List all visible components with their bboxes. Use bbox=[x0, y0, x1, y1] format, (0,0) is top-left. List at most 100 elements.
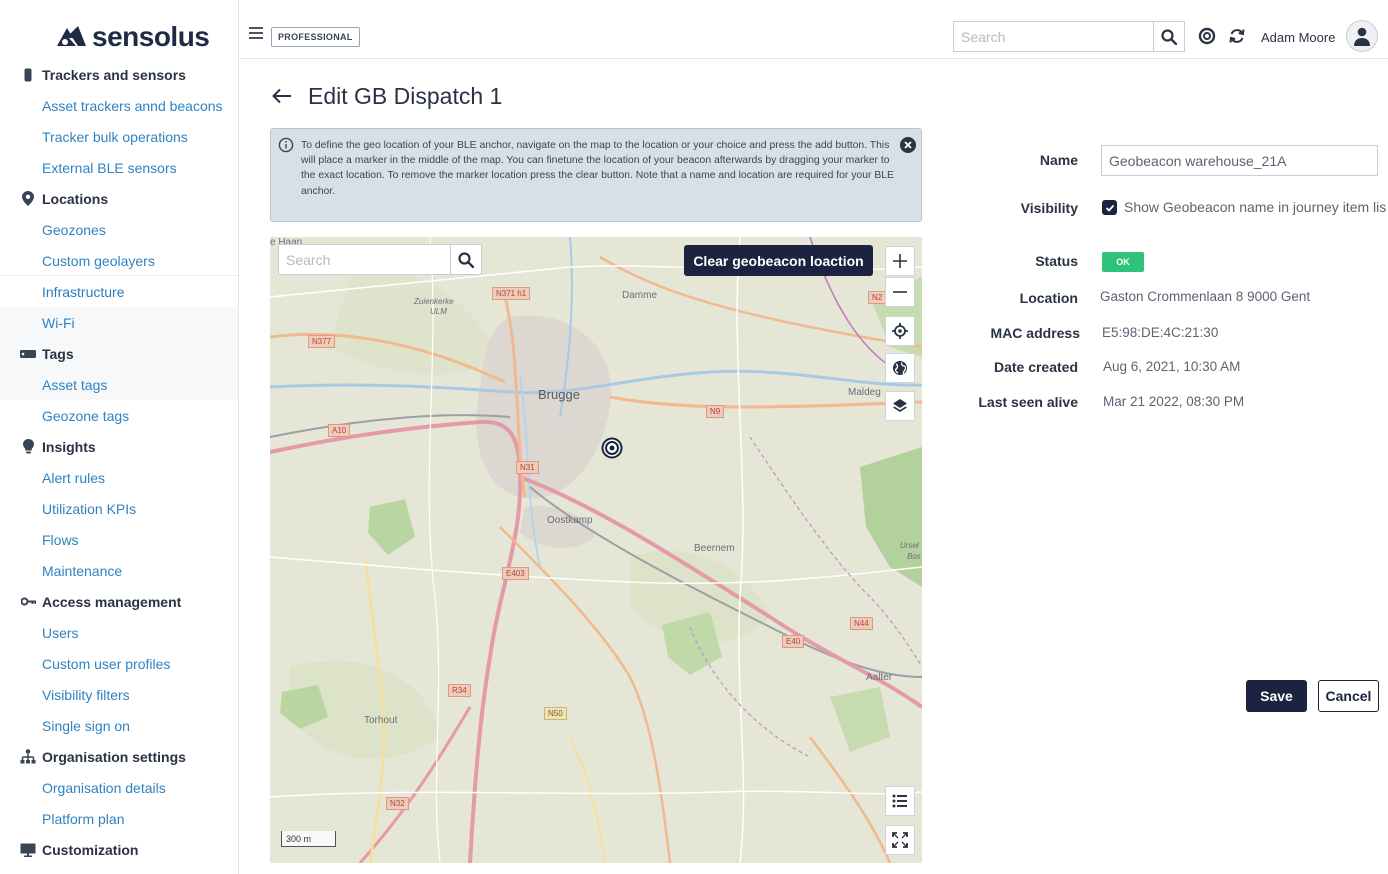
sidebar-section-label: Tags bbox=[42, 345, 74, 362]
sidebar-section-label: Access management bbox=[42, 593, 182, 610]
date-created-label: Date created bbox=[993, 359, 1078, 375]
user-name[interactable]: Adam Moore bbox=[1261, 30, 1335, 45]
lightbulb-icon bbox=[18, 439, 38, 454]
tracker-icon bbox=[18, 68, 38, 82]
info-banner: To define the geo location of your BLE a… bbox=[270, 128, 922, 222]
search-icon bbox=[1161, 28, 1177, 45]
map-search-input[interactable] bbox=[278, 244, 450, 275]
sidebar-item-infrastructure[interactable]: Infrastructure bbox=[0, 276, 238, 307]
road-label-r34: R34 bbox=[448, 684, 471, 697]
map-label-beernem: Beernem bbox=[694, 543, 735, 554]
back-arrow-icon[interactable] bbox=[270, 84, 294, 108]
sidebar-item-geozone-tags[interactable]: Geozone tags bbox=[0, 400, 238, 431]
sidebar-item-custom-geolayers[interactable]: Custom geolayers bbox=[0, 245, 238, 276]
map-search-button[interactable] bbox=[450, 244, 482, 275]
road-label-n32: N32 bbox=[386, 797, 409, 810]
road-label-e40: E40 bbox=[782, 635, 805, 648]
fullscreen-button[interactable] bbox=[885, 825, 915, 855]
sidebar-item-flows[interactable]: Flows bbox=[0, 524, 238, 555]
sidebar-item-asset-tags[interactable]: Asset tags bbox=[0, 369, 238, 400]
sidebar-section-tags[interactable]: Tags bbox=[0, 338, 238, 369]
date-created-value: Aug 6, 2021, 10:30 AM bbox=[1103, 359, 1241, 374]
user-icon bbox=[1354, 27, 1370, 46]
map-label-brugge: Brugge bbox=[538, 387, 580, 402]
map-legend-button[interactable] bbox=[885, 786, 915, 816]
last-seen-alive-value: Mar 21 2022, 08:30 PM bbox=[1103, 394, 1245, 409]
road-label-n9: N9 bbox=[706, 405, 725, 418]
info-banner-text: To define the geo location of your BLE a… bbox=[301, 140, 894, 197]
sidebar-item-wifi[interactable]: Wi-Fi bbox=[0, 307, 238, 338]
sidebar-item-alert-rules[interactable]: Alert rules bbox=[0, 462, 238, 493]
map-label-zuienkerke: Zuienkerke bbox=[414, 297, 454, 306]
sidebar-item-maintenance[interactable]: Maintenance bbox=[0, 555, 238, 586]
name-input[interactable] bbox=[1101, 145, 1378, 176]
road-label-a10: A10 bbox=[328, 424, 351, 437]
sidebar-item-visibility-filters[interactable]: Visibility filters bbox=[0, 679, 238, 710]
sidebar-section-trackers[interactable]: Trackers and sensors bbox=[0, 59, 238, 90]
sidebar-section-organisation-settings[interactable]: Organisation settings bbox=[0, 741, 238, 772]
road-label-n31: N31 bbox=[516, 461, 539, 474]
visibility-checkbox[interactable] bbox=[1102, 200, 1117, 215]
sidebar: sensolus Trackers and sensors Asset trac… bbox=[0, 0, 239, 874]
top-bar: PROFESSIONAL Adam Moore bbox=[240, 0, 1388, 59]
search-icon bbox=[458, 251, 474, 268]
sidebar-item-external-ble-sensors[interactable]: External BLE sensors bbox=[0, 152, 238, 183]
org-chart-icon bbox=[18, 749, 38, 764]
map-layers-button[interactable] bbox=[885, 391, 915, 421]
sidebar-item-platform-plan[interactable]: Platform plan bbox=[0, 803, 238, 834]
visibility-checkbox-label[interactable]: Show Geobeacon name in journey item lis bbox=[1124, 199, 1388, 215]
presentation-icon bbox=[18, 843, 38, 857]
map-label-damme: Damme bbox=[622, 290, 658, 301]
map-pin-icon bbox=[18, 191, 38, 206]
sidebar-section-customization[interactable]: Customization bbox=[0, 834, 238, 865]
hamburger-menu-icon[interactable] bbox=[249, 27, 263, 39]
info-circle-icon bbox=[278, 137, 294, 153]
map-label-ursel: Ursel bbox=[900, 541, 919, 550]
sensolus-logo[interactable]: sensolus bbox=[54, 21, 210, 52]
road-label-n44: N44 bbox=[850, 617, 873, 630]
sidebar-item-tracker-bulk-operations[interactable]: Tracker bulk operations bbox=[0, 121, 238, 152]
sidebar-section-label: Trackers and sensors bbox=[42, 66, 186, 83]
minus-icon bbox=[893, 291, 907, 293]
sidebar-item-asset-trackers[interactable]: Asset trackers annd beacons bbox=[0, 90, 238, 121]
clear-geobeacon-location-button[interactable]: Clear geobeacon loaction bbox=[684, 245, 873, 276]
zoom-out-button[interactable] bbox=[885, 277, 915, 307]
sidebar-item-users[interactable]: Users bbox=[0, 617, 238, 648]
sidebar-item-organisation-details[interactable]: Organisation details bbox=[0, 772, 238, 803]
list-icon bbox=[892, 794, 907, 808]
sidebar-section-label: Insights bbox=[42, 438, 96, 455]
status-label: Status bbox=[1035, 253, 1078, 269]
sidebar-item-custom-user-profiles[interactable]: Custom user profiles bbox=[0, 648, 238, 679]
refresh-icon[interactable] bbox=[1227, 26, 1247, 46]
logo-mark-icon bbox=[57, 26, 86, 46]
map-label-bos: Bos bbox=[907, 552, 921, 561]
locate-me-button[interactable] bbox=[885, 316, 915, 346]
key-icon bbox=[18, 597, 38, 606]
sidebar-section-insights[interactable]: Insights bbox=[0, 431, 238, 462]
cancel-button[interactable]: Cancel bbox=[1318, 680, 1379, 712]
global-search-input[interactable] bbox=[953, 21, 1153, 52]
map-label-maldegem: Maldeg bbox=[848, 387, 881, 398]
sidebar-section-locations[interactable]: Locations bbox=[0, 183, 238, 214]
help-lifebuoy-icon[interactable] bbox=[1197, 26, 1217, 46]
sidebar-item-single-sign-on[interactable]: Single sign on bbox=[0, 710, 238, 741]
last-seen-alive-label: Last seen alive bbox=[978, 394, 1078, 410]
save-button[interactable]: Save bbox=[1246, 680, 1307, 712]
road-label-n377: N377 bbox=[308, 335, 336, 348]
sidebar-item-utilization-kpis[interactable]: Utilization KPIs bbox=[0, 493, 238, 524]
mac-address-label: MAC address bbox=[990, 325, 1080, 341]
global-search-button[interactable] bbox=[1153, 21, 1185, 52]
layers-icon bbox=[893, 399, 907, 412]
sidebar-section-access-management[interactable]: Access management bbox=[0, 586, 238, 617]
checkmark-icon bbox=[1105, 204, 1114, 212]
map[interactable]: e Haan Zuienkerke ULM Damme Brugge Malde… bbox=[270, 237, 922, 863]
zoom-in-button[interactable] bbox=[885, 246, 915, 276]
globe-button[interactable] bbox=[885, 353, 915, 383]
geobeacon-marker-icon[interactable] bbox=[601, 437, 623, 459]
plan-badge: PROFESSIONAL bbox=[271, 27, 360, 47]
status-badge: OK bbox=[1102, 252, 1144, 272]
close-icon[interactable] bbox=[900, 137, 916, 153]
sidebar-item-geozones[interactable]: Geozones bbox=[0, 214, 238, 245]
sidebar-section-label: Locations bbox=[42, 190, 109, 207]
avatar[interactable] bbox=[1346, 20, 1378, 52]
